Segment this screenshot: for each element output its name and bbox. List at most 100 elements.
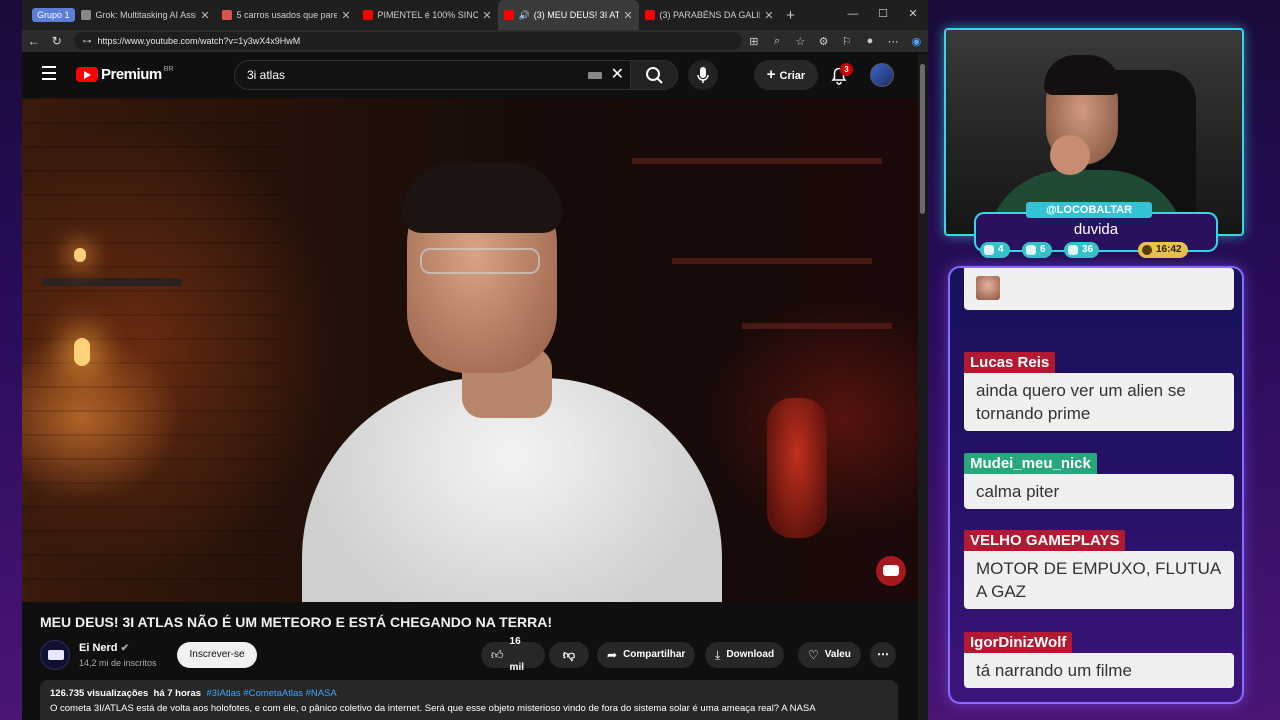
stat-chat-count: 4: [980, 242, 1010, 258]
chat-message: Mudei_meu_nick calma piter: [964, 453, 1234, 509]
chat-username: Mudei_meu_nick: [964, 453, 1097, 474]
minimize-icon[interactable]: —: [838, 0, 868, 30]
verified-icon: ✔: [120, 643, 129, 654]
clock-icon: [1142, 245, 1152, 255]
channel-name-text: Ei Nerd: [79, 642, 118, 654]
extensions-icon[interactable]: ⚙: [812, 35, 835, 48]
close-icon[interactable]: ✕: [482, 9, 491, 22]
description-box[interactable]: 126.735 visualizações há 7 horas #3IAtla…: [40, 680, 898, 720]
stat-video-count: 6: [1022, 242, 1052, 258]
download-button[interactable]: ⤓ Download: [705, 642, 785, 668]
tab-parabens[interactable]: (3) PARABÉNS DA GALINHA ✕: [639, 0, 780, 30]
brand-text: Premium: [101, 66, 162, 83]
close-icon[interactable]: ✕: [623, 9, 632, 22]
video-lamp: [74, 248, 86, 262]
browser-window: Grupo 1 Grok: Multitasking AI Assistant …: [22, 0, 928, 720]
keyboard-icon[interactable]: [588, 72, 602, 79]
channel-name[interactable]: Ei Nerd ✔: [79, 642, 129, 654]
download-icon: ⤓: [715, 648, 721, 662]
share-label: Compartilhar: [623, 649, 686, 660]
collections-icon[interactable]: ⚐: [835, 35, 858, 48]
back-icon[interactable]: ←: [22, 34, 45, 48]
tab-title: (3) PARABÉNS DA GALINHA: [659, 10, 761, 20]
app-icon[interactable]: ⊞: [742, 35, 765, 48]
more-actions-button[interactable]: ⋯: [870, 642, 896, 668]
refresh-icon[interactable]: ↻: [45, 34, 68, 48]
subscribe-button[interactable]: Inscrever-se: [177, 642, 257, 668]
video-pipe: [42, 278, 182, 286]
like-button[interactable]: 👍︎ 16 mil: [481, 636, 545, 673]
youtube-header: Premium BR 3i atlas ✕ + Criar 3: [22, 54, 918, 98]
video-presenter-glasses: [420, 248, 540, 274]
copilot-icon[interactable]: ◉: [905, 35, 928, 48]
share-icon: ➦: [607, 648, 618, 662]
video-title: MEU DEUS! 3I ATLAS NÃO É UM METEORO E ES…: [40, 614, 553, 630]
subscriber-count: 14,2 mi de inscritos: [79, 658, 157, 668]
video-figurine: [767, 398, 827, 538]
channel-avatar[interactable]: [40, 640, 70, 670]
url-field[interactable]: ⊶ https://www.youtube.com/watch?v=1y3wX4…: [74, 32, 743, 50]
close-icon[interactable]: ✕: [200, 9, 209, 22]
plus-icon: +: [766, 66, 776, 83]
chat-message: IgorDinizWolf tá narrando um filme: [964, 632, 1234, 688]
chat-text: MOTOR DE EMPUXO, FLUTUA A GAZ: [964, 551, 1234, 609]
viewers-icon: [1068, 245, 1078, 255]
stat-value: 6: [1040, 244, 1046, 255]
stat-value: 36: [1082, 244, 1094, 255]
scrollbar-thumb[interactable]: [920, 64, 925, 214]
video-player[interactable]: [22, 98, 918, 602]
thumbs-down-icon: 👎︎: [562, 648, 576, 662]
menu-icon[interactable]: [42, 66, 56, 84]
search-input[interactable]: 3i atlas ✕: [234, 60, 630, 90]
close-icon[interactable]: ✕: [341, 9, 350, 22]
grok-icon: [80, 10, 91, 20]
account-avatar[interactable]: [870, 63, 894, 87]
tab-title: Grok: Multitasking AI Assistant: [95, 10, 197, 20]
voice-search-button[interactable]: [688, 60, 718, 90]
favorite-star-icon[interactable]: ☆: [789, 35, 812, 48]
address-bar: ← ↻ ⊶ https://www.youtube.com/watch?v=1y…: [22, 30, 928, 52]
tab-grok[interactable]: Grok: Multitasking AI Assistant ✕: [75, 0, 216, 30]
more-menu-icon[interactable]: ⋯: [882, 35, 905, 48]
close-icon[interactable]: ✕: [764, 9, 773, 22]
microphone-icon: [697, 67, 709, 83]
search-query: 3i atlas: [247, 68, 286, 82]
create-button[interactable]: + Criar: [754, 60, 818, 90]
chat-username: Lucas Reis: [964, 352, 1056, 373]
stat-value: 16:42: [1156, 244, 1182, 255]
tab-autopapo[interactable]: 5 carros usados que parecem ✕: [216, 0, 357, 30]
country-code: BR: [163, 66, 174, 73]
window-close-icon[interactable]: ✕: [898, 0, 928, 30]
description-text: O cometa 3I/ATLAS está de volta aos holo…: [50, 703, 816, 714]
zoom-icon[interactable]: ⌕: [765, 35, 788, 48]
site-info-icon[interactable]: ⊶: [82, 32, 91, 50]
chat-text: [964, 268, 1234, 310]
profile-icon[interactable]: ●: [858, 35, 881, 47]
chat-message: VELHO GAMEPLAYS MOTOR DE EMPUXO, FLUTUA …: [964, 530, 1234, 609]
thanks-button[interactable]: ♡ Valeu: [798, 642, 861, 668]
channel-watermark-icon[interactable]: [876, 556, 906, 586]
chat-username: VELHO GAMEPLAYS: [964, 530, 1126, 551]
video-shelf: [632, 158, 882, 164]
chat-text: tá narrando um filme: [964, 653, 1234, 688]
speaker-icon[interactable]: 🔊: [519, 10, 530, 21]
thumbs-up-icon: 👍︎: [491, 648, 504, 662]
tab-pimentel[interactable]: PIMENTEL é 100% SINCERO ✕: [357, 0, 498, 30]
stat-clock: 16:42: [1138, 242, 1188, 258]
video-presenter-hair: [402, 163, 562, 233]
new-tab-button[interactable]: +: [780, 7, 802, 24]
tab-group-chip[interactable]: Grupo 1: [32, 8, 75, 22]
share-button[interactable]: ➦ Compartilhar: [597, 642, 696, 668]
maximize-icon[interactable]: ☐: [868, 0, 898, 30]
tab-title: (3) MEU DEUS! 3I ATLAS: [533, 10, 620, 20]
tab-active-3i-atlas[interactable]: 🔊 (3) MEU DEUS! 3I ATLAS ✕: [497, 0, 639, 30]
search-button[interactable]: [630, 60, 678, 90]
dislike-button[interactable]: 👎︎: [549, 642, 589, 668]
youtube-logo[interactable]: Premium BR: [76, 66, 173, 83]
youtube-play-icon: [76, 67, 98, 82]
hashtags[interactable]: #3IAtlas #CometaAtlas #NASA: [206, 688, 336, 699]
clear-search-icon[interactable]: ✕: [611, 61, 624, 89]
chat-bubble-icon: [984, 245, 994, 255]
video-lamp: [74, 338, 90, 366]
view-count: 126.735 visualizações: [50, 688, 149, 699]
